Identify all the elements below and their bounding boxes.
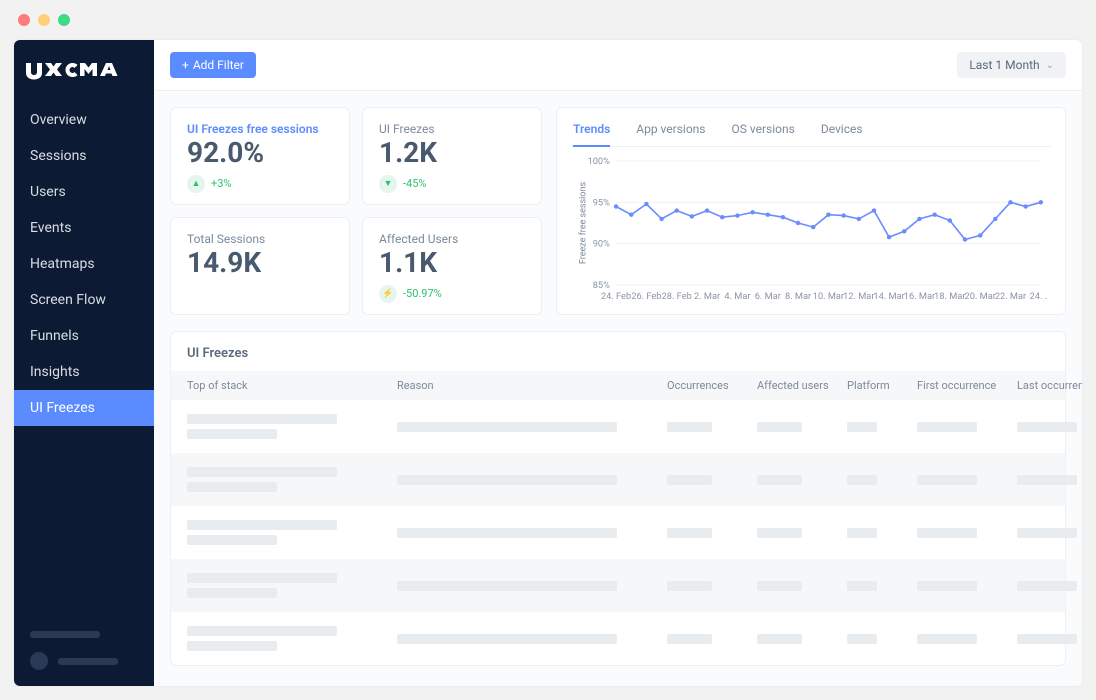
caret-up-icon: ▲: [187, 175, 205, 193]
table-row[interactable]: [171, 612, 1065, 665]
svg-text:18. Mar: 18. Mar: [934, 292, 965, 302]
brand-logo: [14, 40, 154, 102]
chart-tab-devices[interactable]: Devices: [821, 116, 863, 146]
svg-text:26. Feb: 26. Feb: [631, 292, 661, 302]
sidebar-item-events[interactable]: Events: [14, 210, 154, 246]
svg-text:24. ...: 24. ...: [1030, 292, 1047, 302]
main-content: + Add Filter Last 1 Month ⌄ UI Freezes f…: [154, 40, 1082, 686]
svg-text:12. Mar: 12. Mar: [843, 292, 874, 302]
svg-text:10. Mar: 10. Mar: [813, 292, 844, 302]
svg-text:6. Mar: 6. Mar: [755, 292, 781, 302]
skeleton-line: [30, 631, 100, 638]
metric-value: 14.9K: [187, 248, 333, 279]
metric-freeze-free-sessions: UI Freezes free sessions 92.0% ▲ +3%: [170, 107, 350, 205]
sidebar-item-heatmaps[interactable]: Heatmaps: [14, 246, 154, 282]
svg-text:20. Mar: 20. Mar: [965, 292, 996, 302]
chevron-down-icon: ⌄: [1046, 60, 1054, 71]
metric-label: Total Sessions: [187, 232, 333, 246]
table-row[interactable]: [171, 400, 1065, 453]
metric-value: 1.2K: [379, 138, 525, 169]
col-last-occurrence: Last occurrence: [1017, 379, 1082, 392]
app-frame: Overview Sessions Users Events Heatmaps …: [14, 40, 1082, 686]
sidebar-nav: Overview Sessions Users Events Heatmaps …: [14, 102, 154, 426]
svg-text:28. Feb: 28. Feb: [662, 292, 692, 302]
line-chart: 85% 90% 95% 100% Freeze free sessions 24. Feb…: [575, 155, 1047, 305]
svg-text:4. Mar: 4. Mar: [724, 292, 750, 302]
metric-delta: ⚡ -50.97%: [379, 285, 525, 303]
sidebar-item-insights[interactable]: Insights: [14, 354, 154, 390]
user-widget[interactable]: [30, 652, 138, 670]
titlebar: [0, 0, 1096, 40]
col-reason: Reason: [397, 379, 657, 392]
sidebar-item-users[interactable]: Users: [14, 174, 154, 210]
svg-text:14. Mar: 14. Mar: [873, 292, 904, 302]
svg-text:95%: 95%: [593, 198, 610, 208]
chart-body: 85% 90% 95% 100% Freeze free sessions 24. Feb…: [571, 147, 1051, 305]
metric-delta: ▲ +3%: [187, 175, 333, 193]
bolt-icon: ⚡: [379, 285, 397, 303]
sidebar-footer: [14, 615, 154, 686]
table-header: Top of stack Reason Occurrences Affected…: [171, 371, 1065, 400]
chart-tab-os-versions[interactable]: OS versions: [732, 116, 795, 146]
minimize-dot[interactable]: [38, 14, 50, 26]
svg-text:90%: 90%: [593, 240, 610, 250]
sidebar: Overview Sessions Users Events Heatmaps …: [14, 40, 154, 686]
chart-tab-app-versions[interactable]: App versions: [636, 116, 705, 146]
svg-text:100%: 100%: [588, 157, 611, 167]
svg-text:8. Mar: 8. Mar: [785, 292, 811, 302]
svg-text:22. Mar: 22. Mar: [995, 292, 1026, 302]
table-title: UI Freezes: [171, 332, 1065, 371]
table-row[interactable]: [171, 506, 1065, 559]
content: UI Freezes free sessions 92.0% ▲ +3% UI …: [154, 91, 1082, 682]
app-window: Overview Sessions Users Events Heatmaps …: [0, 0, 1096, 700]
col-occurrences: Occurrences: [667, 379, 747, 392]
svg-text:24. Feb: 24. Feb: [601, 292, 631, 302]
svg-text:Freeze free sessions: Freeze free sessions: [578, 182, 588, 265]
metric-value: 92.0%: [187, 138, 333, 169]
col-affected-users: Affected users: [757, 379, 837, 392]
date-range-selector[interactable]: Last 1 Month ⌄: [957, 52, 1066, 78]
metric-value: 1.1K: [379, 248, 525, 279]
close-dot[interactable]: [18, 14, 30, 26]
avatar-icon: [30, 652, 48, 670]
metric-total-sessions: Total Sessions 14.9K: [170, 217, 350, 315]
sidebar-item-overview[interactable]: Overview: [14, 102, 154, 138]
topbar: + Add Filter Last 1 Month ⌄: [154, 40, 1082, 91]
metrics-grid: UI Freezes free sessions 92.0% ▲ +3% UI …: [170, 107, 542, 315]
chart-tabs: Trends App versions OS versions Devices: [571, 116, 1051, 147]
freezes-table: UI Freezes Top of stack Reason Occurrenc…: [170, 331, 1066, 666]
metric-ui-freezes: UI Freezes 1.2K ▼ -45%: [362, 107, 542, 205]
metric-label: UI Freezes free sessions: [187, 122, 333, 136]
zoom-dot[interactable]: [58, 14, 70, 26]
table-row[interactable]: [171, 453, 1065, 506]
sidebar-item-funnels[interactable]: Funnels: [14, 318, 154, 354]
sidebar-item-ui-freezes[interactable]: UI Freezes: [14, 390, 154, 426]
sidebar-item-sessions[interactable]: Sessions: [14, 138, 154, 174]
plus-icon: +: [182, 58, 189, 72]
svg-text:2. Mar: 2. Mar: [694, 292, 720, 302]
metric-label: Affected Users: [379, 232, 525, 246]
table-row[interactable]: [171, 559, 1065, 612]
svg-text:85%: 85%: [593, 281, 610, 291]
metric-label: UI Freezes: [379, 122, 525, 136]
add-filter-button[interactable]: + Add Filter: [170, 52, 256, 78]
col-platform: Platform: [847, 379, 907, 392]
svg-text:16. Mar: 16. Mar: [904, 292, 935, 302]
skeleton-line: [58, 658, 118, 665]
sidebar-item-screen-flow[interactable]: Screen Flow: [14, 282, 154, 318]
summary-row: UI Freezes free sessions 92.0% ▲ +3% UI …: [170, 107, 1066, 315]
add-filter-label: Add Filter: [193, 58, 244, 72]
chart-tab-trends[interactable]: Trends: [573, 116, 610, 146]
metric-delta: ▼ -45%: [379, 175, 525, 193]
col-first-occurrence: First occurrence: [917, 379, 1007, 392]
trends-chart-card: Trends App versions OS versions Devices …: [556, 107, 1066, 315]
caret-down-icon: ▼: [379, 175, 397, 193]
col-top-of-stack: Top of stack: [187, 379, 387, 392]
date-range-label: Last 1 Month: [969, 58, 1039, 72]
metric-affected-users: Affected Users 1.1K ⚡ -50.97%: [362, 217, 542, 315]
